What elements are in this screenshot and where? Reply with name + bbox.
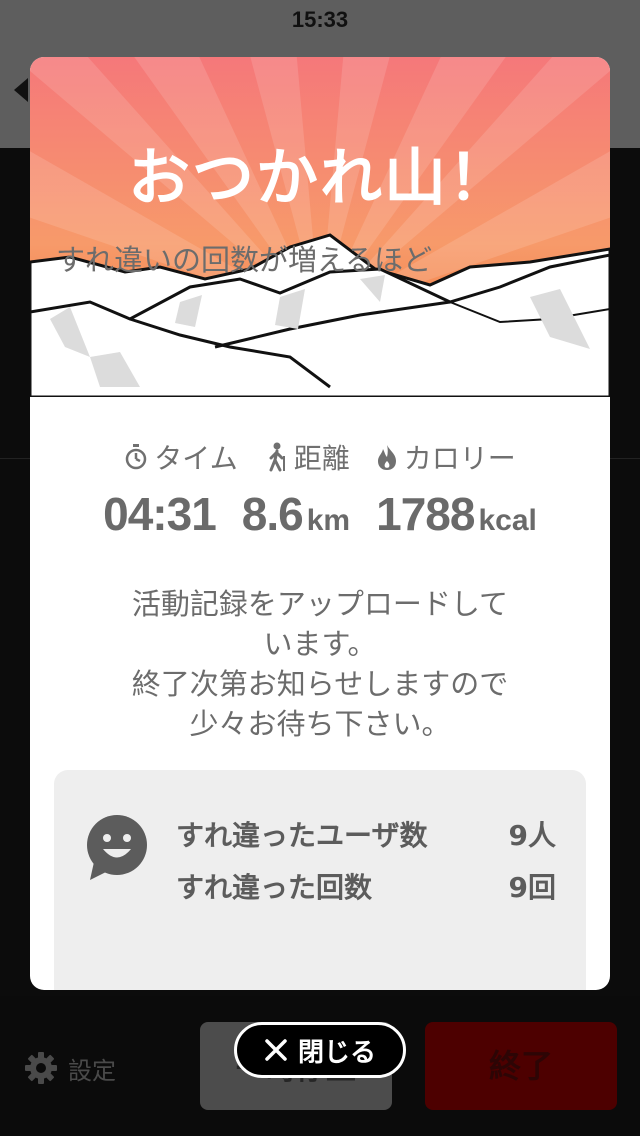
modal-title: おつかれ山！: [127, 141, 512, 214]
stat-label-calorie: カロリー: [376, 437, 516, 477]
gear-icon: [24, 1051, 58, 1085]
close-button[interactable]: 閉じる: [234, 1022, 406, 1078]
close-icon: [265, 1039, 287, 1061]
encounter-users-row: すれ違ったユーザ数 9人: [176, 810, 556, 862]
end-label: 終了: [488, 1047, 553, 1085]
stat-distance-unit: km: [306, 504, 351, 537]
settings-button[interactable]: 設定: [24, 1048, 116, 1088]
encounter-count-value: 9回: [508, 871, 556, 904]
stat-distance-value: 8.6: [241, 488, 304, 540]
upload-message-line: います。: [263, 627, 377, 661]
activity-stats: タイム 距離 カロリー 04:31 8.6 km 1788 kcal: [30, 435, 610, 541]
back-icon[interactable]: [14, 78, 28, 102]
stat-label-text: 距離: [293, 442, 350, 475]
stat-calorie-value: 1788: [376, 488, 475, 540]
stat-calorie-unit: kcal: [478, 504, 537, 537]
close-label: 閉じる: [297, 1037, 376, 1068]
settings-label: 設定: [68, 1056, 116, 1085]
upload-message-line: 活動記録をアップロードして: [131, 587, 509, 621]
hiker-icon: [264, 442, 288, 472]
mountain-illustration: おつかれ山！: [30, 57, 610, 397]
encounter-note: すれ違いの回数が増えるほど: [56, 243, 433, 277]
completion-modal: おつかれ山！ タイム 距離 カロリー 04:31 8.6 km 1788 kca…: [30, 57, 610, 990]
stat-label-distance: 距離: [264, 437, 350, 477]
upload-message-line: 終了次第お知らせしますので: [131, 667, 509, 701]
encounter-count-label: すれ違った回数: [176, 871, 373, 904]
encounter-summary: すれ違ったユーザ数 9人 すれ違った回数 9回: [54, 770, 586, 990]
stat-time: 04:31: [103, 487, 217, 541]
flame-icon: [376, 443, 398, 471]
upload-message-line: 少々お待ち下さい。: [189, 707, 451, 741]
status-time: 15:33: [291, 7, 349, 32]
stat-label-text: カロリー: [403, 442, 516, 475]
status-bar: 15:33: [0, 0, 640, 40]
stat-label-text: タイム: [154, 442, 238, 475]
stat-distance: 8.6 km: [242, 487, 350, 541]
stat-time-value: 04:31: [103, 488, 217, 540]
encounter-users-label: すれ違ったユーザ数: [176, 819, 428, 852]
smile-speech-bubble-icon: [82, 814, 152, 886]
stopwatch-icon: [124, 443, 148, 471]
stat-calorie: 1788 kcal: [376, 487, 537, 541]
stat-label-time: タイム: [124, 437, 238, 477]
encounter-users-value: 9人: [508, 819, 556, 852]
end-button[interactable]: 終了: [425, 1022, 617, 1110]
upload-message: 活動記録をアップロードして います。 終了次第お知らせしますので 少々お待ち下さ…: [70, 584, 570, 744]
encounter-count-row: すれ違った回数 9回: [176, 862, 556, 914]
